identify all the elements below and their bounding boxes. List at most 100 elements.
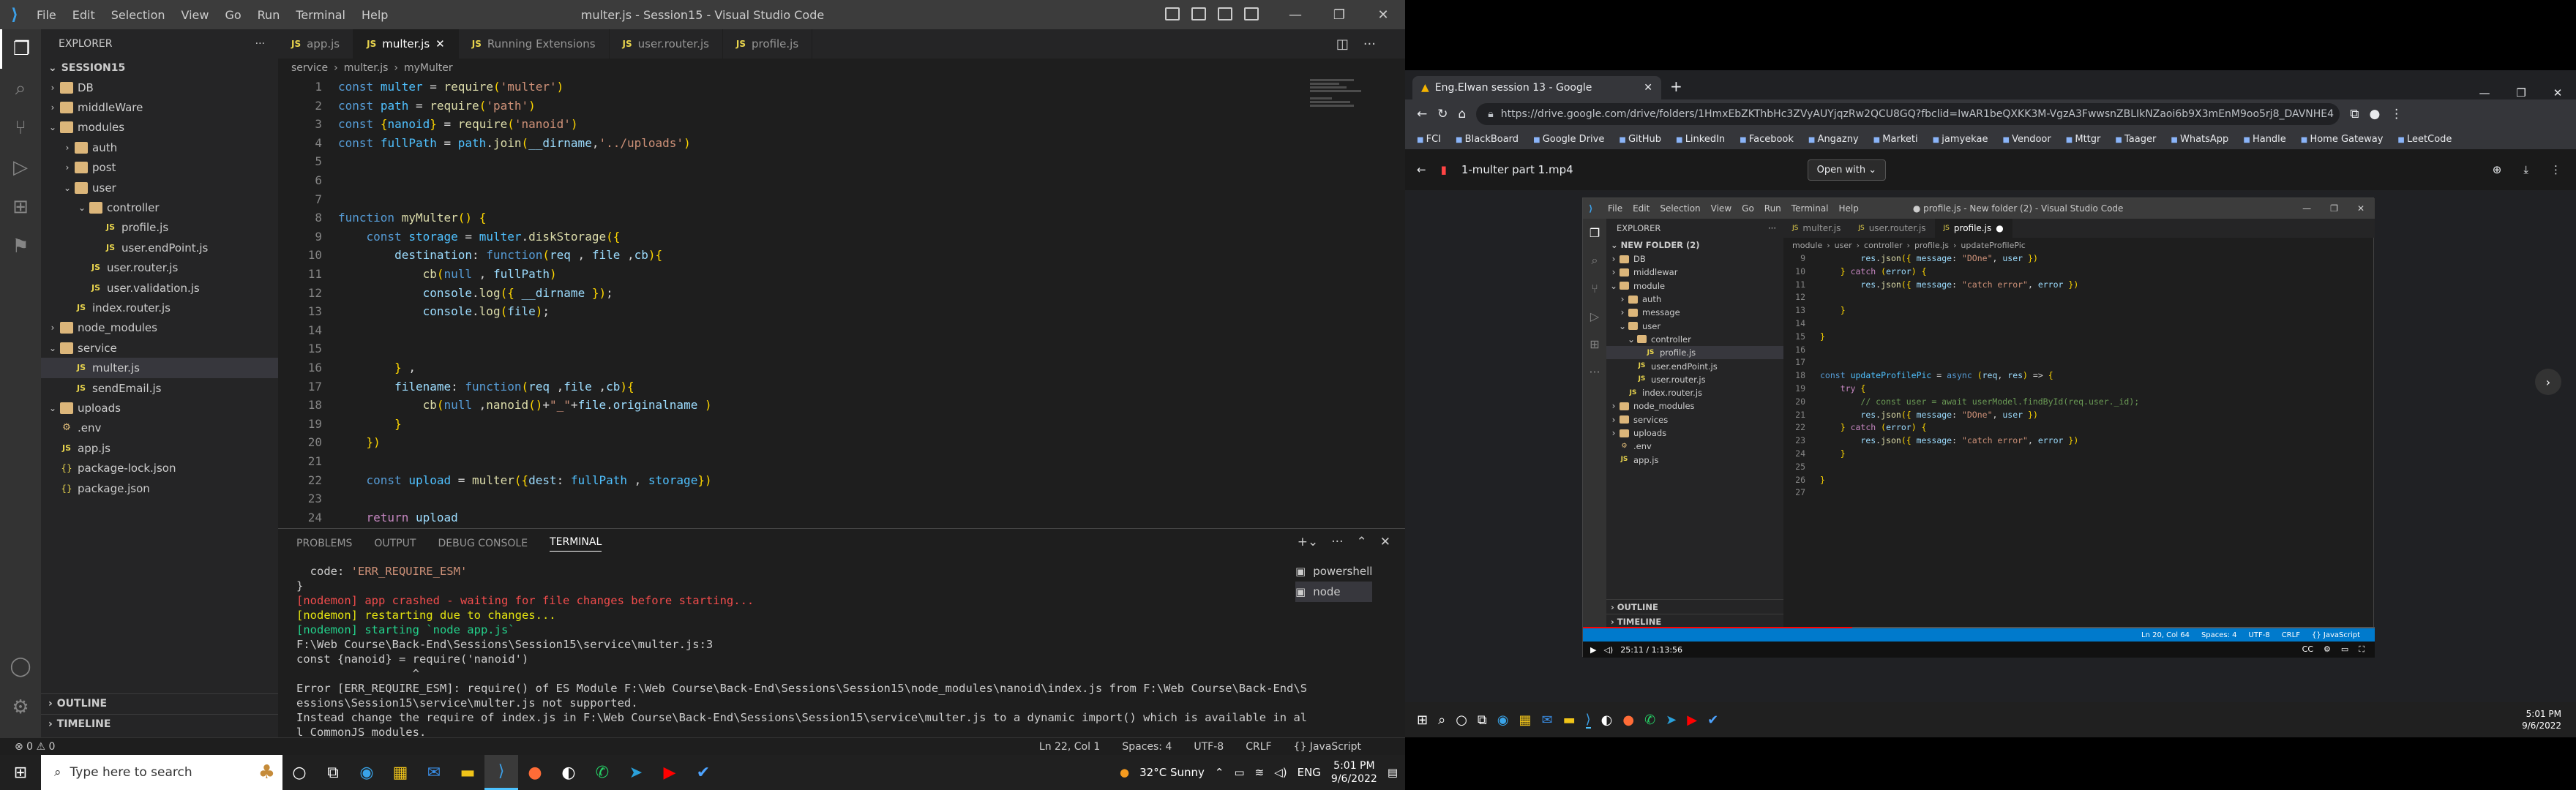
checkmark-app-icon[interactable]: ✔ (1707, 712, 1718, 728)
breadcrumb-item[interactable]: user (1835, 241, 1852, 250)
file-item[interactable]: JS user.router.js (1606, 373, 1783, 386)
checkmark-app-icon[interactable]: ✔ (686, 755, 720, 790)
file-item[interactable]: JS profile.js (41, 218, 278, 238)
file-item[interactable]: JS app.js (1606, 453, 1783, 466)
whatsapp-icon[interactable]: ✆ (1644, 712, 1655, 728)
tray-chevron-icon[interactable]: ⌃ (1215, 766, 1224, 779)
bookmark-item[interactable]: ■ Facebook (1740, 134, 1794, 145)
profile-avatar[interactable]: ● (2369, 107, 2380, 121)
breadcrumb-item[interactable]: myMulter (404, 62, 453, 74)
postman-icon[interactable]: ● (518, 755, 552, 790)
folder-item[interactable]: › message (1606, 306, 1783, 319)
folder-item[interactable]: ⌄ user (41, 178, 278, 198)
browser-tab[interactable]: ▲ Eng.Elwan session 13 - Google ✕ (1412, 76, 1661, 99)
menu-run[interactable]: Run (258, 8, 280, 22)
more-actions-icon[interactable]: ··· (255, 38, 265, 50)
bookmark-item[interactable]: ■ Marketi (1873, 134, 1918, 145)
file-item[interactable]: JS multer.js (41, 358, 278, 378)
breadcrumb-item[interactable]: multer.js (344, 62, 389, 74)
volume-icon[interactable]: ◁) (1603, 645, 1613, 655)
folder-item[interactable]: › DB (41, 78, 278, 97)
file-item[interactable]: JS sendEmail.js (41, 378, 278, 398)
volume-icon[interactable]: ◁) (1274, 766, 1287, 779)
workspace-section[interactable]: ⌄ SESSION15 (41, 59, 278, 78)
panel-tab-terminal[interactable]: TERMINAL (550, 536, 602, 552)
settings-gear-icon[interactable]: ⚙ (0, 688, 41, 727)
bookmark-item[interactable]: ■ jamyekae (1933, 134, 1988, 145)
folder-item[interactable]: › post (41, 158, 278, 178)
open-with-button[interactable]: Open with ⌄ (1807, 159, 1887, 181)
store-icon[interactable]: ▦ (383, 755, 417, 790)
new-terminal-icon[interactable]: +⌄ (1298, 535, 1319, 549)
menu-terminal[interactable]: Terminal (296, 8, 345, 22)
menu-file[interactable]: File (37, 8, 56, 22)
bookmark-item[interactable]: ■ BlackBoard (1456, 134, 1519, 145)
more-icon[interactable]: ⋮ (2550, 163, 2561, 176)
bookmark-item[interactable]: ■ Taager (2115, 134, 2156, 145)
bookmark-item[interactable]: ■ GitHub (1619, 134, 1661, 145)
file-item[interactable]: JS index.router.js (1606, 386, 1783, 399)
back-icon[interactable]: ← (1417, 107, 1427, 121)
close-icon[interactable]: ✕ (2539, 86, 2576, 99)
status-item[interactable]: UTF-8 (1194, 741, 1224, 753)
windows-start-icon[interactable]: ⊞ (1417, 712, 1428, 728)
customize-layout-icon[interactable] (1244, 7, 1259, 20)
youtube-icon[interactable]: ▶ (1687, 712, 1697, 728)
search-icon[interactable]: ⌕ (1438, 712, 1445, 728)
status-item[interactable]: {} JavaScript (1294, 741, 1361, 753)
file-item[interactable]: JS index.router.js (41, 298, 278, 317)
bookmark-item[interactable]: ■ Vendoor (2002, 134, 2051, 145)
file-item[interactable]: ⚙ .env (1606, 440, 1783, 453)
folder-item[interactable]: › middlewar (1606, 266, 1783, 279)
bookmark-item[interactable]: ■ Angazny (1808, 134, 1859, 145)
browser-menu-icon[interactable]: ⋮ (2390, 107, 2403, 121)
edge-icon[interactable]: ◉ (350, 755, 383, 790)
folder-item[interactable]: › uploads (1606, 426, 1783, 440)
cortana-icon[interactable]: ○ (1456, 712, 1467, 728)
folder-item[interactable]: › auth (1606, 293, 1783, 306)
windows-start-icon[interactable]: ⊞ (0, 755, 41, 790)
toggle-panel-icon[interactable] (1191, 7, 1206, 20)
status-item[interactable]: Ln 22, Col 1 (1039, 741, 1100, 753)
panel-tab-output[interactable]: OUTPUT (374, 538, 416, 549)
folder-item[interactable]: › auth (41, 138, 278, 157)
explorer-icon[interactable]: ❐ (0, 29, 41, 69)
bookmark-item[interactable]: ■ LeetCode (2397, 134, 2452, 145)
bookmark-item[interactable]: ■ WhatsApp (2171, 134, 2228, 145)
extensions-icon[interactable]: ⊞ (0, 187, 41, 227)
fullscreen-icon[interactable]: ⛶ (2359, 644, 2365, 655)
folder-item[interactable]: › DB (1606, 252, 1783, 266)
status-item[interactable]: Spaces: 4 (1122, 741, 1172, 753)
editor-tab[interactable]: JS Running Extensions (459, 29, 610, 59)
folder-item[interactable]: ⌄ controller (1606, 333, 1783, 346)
mail-icon[interactable]: ✉ (1542, 712, 1553, 728)
split-editor-icon[interactable]: ◫ (1336, 37, 1349, 52)
panel-tab-problems[interactable]: PROBLEMS (296, 538, 352, 549)
wifi-icon[interactable]: ≋ (1255, 766, 1265, 779)
file-item[interactable]: JS user.endPoint.js (41, 238, 278, 257)
bookmark-item[interactable]: ■ LinkedIn (1676, 134, 1725, 145)
captions-icon[interactable]: CC (2302, 644, 2313, 655)
breadcrumb-item[interactable]: profile.js (1914, 241, 1949, 250)
clock-secondary[interactable]: 5:01 PM 9/6/2022 (2522, 708, 2561, 731)
new-tab-icon[interactable]: + (1670, 78, 1682, 95)
menu-edit[interactable]: Edit (72, 8, 95, 22)
folder-item[interactable]: ⌄ controller (41, 198, 278, 217)
task-view-icon[interactable]: ⧉ (1478, 712, 1487, 728)
editor-tab[interactable]: JS app.js (278, 29, 354, 59)
notification-icon[interactable]: ▤ (1388, 766, 1398, 779)
close-icon[interactable]: ✕ (1361, 0, 1405, 29)
breadcrumb-item[interactable]: updateProfilePic (1961, 241, 2025, 250)
language-indicator[interactable]: ENG (1298, 766, 1321, 779)
bookmark-item[interactable]: ■ FCI (1417, 134, 1441, 145)
add-shortcut-icon[interactable]: ⊕ (2493, 163, 2502, 176)
editor-tab[interactable]: JS multer.js ✕ (353, 29, 459, 59)
more-actions-icon[interactable]: ··· (1363, 37, 1376, 52)
more-actions-icon[interactable]: ··· (1331, 535, 1343, 549)
mail-icon[interactable]: ✉ (417, 755, 451, 790)
folder-item[interactable]: › node_modules (41, 318, 278, 338)
home-icon[interactable]: ⌂ (1459, 107, 1467, 121)
close-tab-icon[interactable]: ✕ (435, 37, 445, 50)
file-item[interactable]: JS profile.js (1606, 346, 1783, 360)
bookmark-item[interactable]: ■ Handle (2243, 134, 2285, 145)
